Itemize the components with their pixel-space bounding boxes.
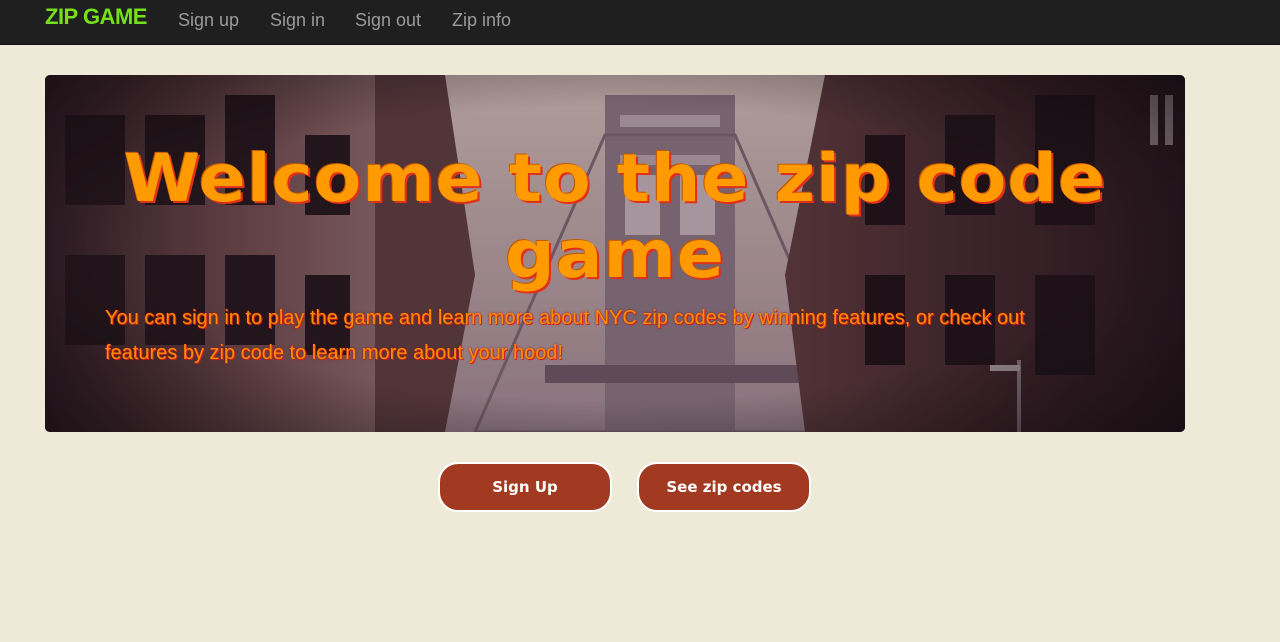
brand-logo-link[interactable]: ZIP GAME: [45, 4, 147, 30]
hero-description: You can sign in to play the game and lea…: [105, 307, 1025, 364]
nav-sign-in-link[interactable]: Sign in: [270, 10, 325, 31]
hero-banner: Welcome to the zip code game You can sig…: [45, 75, 1185, 432]
top-navbar: ZIP GAME Sign up Sign in Sign out Zip in…: [0, 0, 1280, 45]
see-zip-codes-button[interactable]: See zip codes: [637, 462, 811, 512]
hero-title: Welcome to the zip code game: [123, 140, 1107, 293]
nav-sign-up-link[interactable]: Sign up: [178, 10, 239, 31]
sign-up-button[interactable]: Sign Up: [438, 462, 612, 512]
nav-zip-info-link[interactable]: Zip info: [452, 10, 511, 31]
nav-sign-out-link[interactable]: Sign out: [355, 10, 421, 31]
